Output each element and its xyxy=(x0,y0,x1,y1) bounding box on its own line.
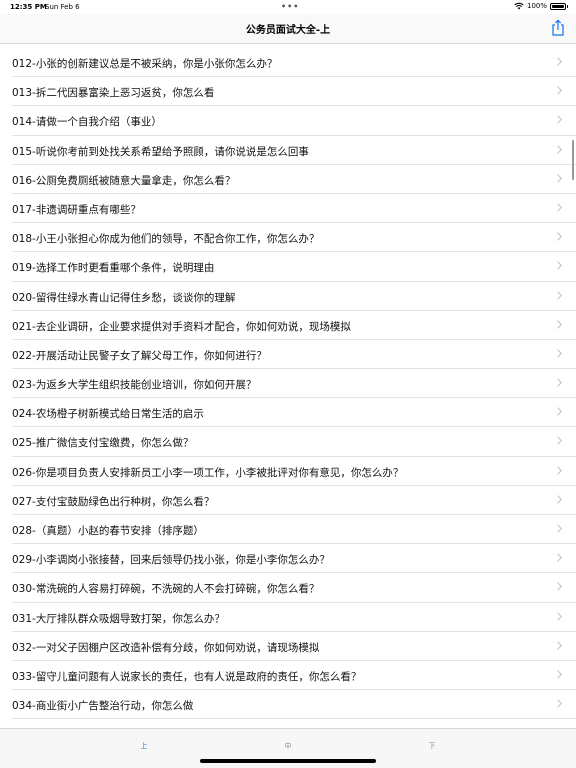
list-item-label: 023-为返乡大学生组织技能创业培训，你如何开展？ xyxy=(12,379,257,392)
list-item[interactable]: 025-推广微信支付宝缴费，你怎么做？ xyxy=(12,427,576,457)
list-item[interactable]: 016-公厕免费厕纸被随意大量拿走，你怎么看？ xyxy=(12,165,576,194)
list-item[interactable]: 026-你是项目负责人安排新员工小李一项工作，小李被批评对你有意见，你怎么办？ xyxy=(12,457,576,486)
chevron-right-icon xyxy=(557,173,562,183)
list-item[interactable]: 014-请做一个自我介绍（事业） xyxy=(12,106,576,136)
list-item[interactable]: 021-去企业调研，企业要求提供对手资料才配合，你如何劝说，现场模拟 xyxy=(12,311,576,340)
list-item-label: 013-拆二代因暴富染上恶习返贫，你怎么看 xyxy=(12,87,215,100)
list-item-label: 033-留守儿童问题有人说家长的责任，也有人说是政府的责任，你怎么看？ xyxy=(12,670,362,683)
battery-icon xyxy=(550,2,568,10)
list-item-label: 025-推广微信支付宝缴费，你怎么做？ xyxy=(12,437,194,450)
list-item-label: 014-请做一个自我介绍（事业） xyxy=(12,116,162,129)
chevron-right-icon xyxy=(557,144,562,154)
list-item[interactable]: 019-选择工作时更看重哪个条件，说明理由 xyxy=(12,252,576,282)
chevron-right-icon xyxy=(557,436,562,446)
list-item-label: 024-农场橙子树新模式给日常生活的启示 xyxy=(12,408,204,421)
list-item[interactable]: 032-一对父子因棚户区改造补偿有分歧，你如何劝说，请现场模拟 xyxy=(12,632,576,661)
list-item-label: 034-商业街小广告整治行动，你怎么做 xyxy=(12,700,194,713)
chevron-right-icon xyxy=(557,553,562,562)
list-item-label: 032-一对父子因棚户区改造补偿有分歧，你如何劝说，请现场模拟 xyxy=(12,641,320,654)
list-item[interactable]: 033-留守儿童问题有人说家长的责任，也有人说是政府的责任，你怎么看？ xyxy=(12,661,576,691)
list-item[interactable]: 018-小王小张担心你成为他们的领导，不配合你工作，你怎么办？ xyxy=(12,223,576,253)
list-item[interactable]: 034-商业街小广告整治行动，你怎么做 xyxy=(12,690,576,720)
list-item-label: 018-小王小张担心你成为他们的领导，不配合你工作，你怎么办？ xyxy=(12,233,320,246)
list-item-label: 022-开展活动让民警子女了解父母工作，你如何进行？ xyxy=(12,349,267,362)
chevron-right-icon xyxy=(557,670,562,679)
chevron-right-icon xyxy=(557,524,562,533)
question-list[interactable]: 012-小张的创新建议总是不被采纳，你是小张你怎么办？ 013-拆二代因暴富染上恶… xyxy=(0,48,576,728)
chevron-right-icon xyxy=(557,349,562,358)
list-item-label: 026-你是项目负责人安排新员工小李一项工作，小李被批评对你有意见，你怎么办？ xyxy=(12,466,404,479)
list-item-label: 030-常洗碗的人容易打碎碗，不洗碗的人不会打碎碗，你怎么看？ xyxy=(12,583,320,596)
list-item-label: 020-留得住绿水青山记得住乡愁，谈谈你的理解 xyxy=(12,291,236,304)
list-item[interactable]: 024-农场橙子树新模式给日常生活的启示 xyxy=(12,398,576,428)
list-item[interactable]: 023-为返乡大学生组织技能创业培训，你如何开展？ xyxy=(12,369,576,399)
list-item[interactable]: 013-拆二代因暴富染上恶习返贫，你怎么看 xyxy=(12,77,576,107)
list-item[interactable]: 035-为了公平，有人建议在考试中实行匿名评卷，你怎么看？ xyxy=(12,719,576,728)
list-item[interactable]: 028-（真题）小赵的春节安排（排序题） xyxy=(12,515,576,545)
scroll-indicator[interactable] xyxy=(571,140,574,180)
app-screen: 12:35 PM Sun Feb 6 ••• 100% 公务员面试大全-上 01… xyxy=(0,0,576,768)
wifi-icon xyxy=(514,2,524,10)
list-item[interactable]: 031-大厅排队群众吸烟导致打架，你怎么办？ xyxy=(12,603,576,632)
list-item-label: 031-大厅排队群众吸烟导致打架，你怎么办？ xyxy=(12,612,225,625)
chevron-right-icon xyxy=(557,290,562,300)
tab-0[interactable]: 上 xyxy=(124,741,164,751)
list-item[interactable]: 027-支付宝鼓励绿色出行种树，你怎么看？ xyxy=(12,486,576,515)
list-item[interactable]: 017-非遗调研重点有哪些？ xyxy=(12,194,576,224)
chevron-right-icon xyxy=(557,611,562,621)
status-date: Sun Feb 6 xyxy=(45,3,80,11)
chevron-right-icon xyxy=(557,465,562,475)
chevron-right-icon xyxy=(557,232,562,241)
list-item[interactable]: 022-开展活动让民警子女了解父母工作，你如何进行？ xyxy=(12,340,576,370)
share-icon[interactable] xyxy=(550,19,566,37)
list-item-label: 017-非遗调研重点有哪些？ xyxy=(12,203,141,216)
chevron-right-icon xyxy=(557,261,562,271)
list-item-label: 029-小李调岗小张接替，回来后领导仍找小张，你是小李你怎么办？ xyxy=(12,554,330,567)
navigation-bar: 公务员面试大全-上 xyxy=(0,14,576,44)
battery-fill xyxy=(552,4,564,8)
chevron-right-icon xyxy=(557,319,562,329)
list-item[interactable]: 029-小李调岗小张接替，回来后领导仍找小张，你是小李你怎么办？ xyxy=(12,544,576,574)
list-item-label: 019-选择工作时更看重哪个条件，说明理由 xyxy=(12,262,215,275)
battery-percent: 100% xyxy=(526,2,547,10)
list-item-label: 027-支付宝鼓励绿色出行种树，你怎么看？ xyxy=(12,495,215,508)
chevron-right-icon xyxy=(557,407,562,417)
list-item-label: 021-去企业调研，企业要求提供对手资料才配合，你如何劝说，现场模拟 xyxy=(12,320,351,333)
chevron-right-icon xyxy=(557,495,562,504)
chevron-right-icon xyxy=(557,57,562,66)
list-item-label: 012-小张的创新建议总是不被采纳，你是小张你怎么办？ xyxy=(12,58,278,70)
chevron-right-icon xyxy=(557,699,562,708)
list-item[interactable]: 020-留得住绿水青山记得住乡愁，谈谈你的理解 xyxy=(12,282,576,311)
list-item-label: 028-（真题）小赵的春节安排（排序题） xyxy=(12,525,204,537)
chevron-right-icon xyxy=(557,115,562,125)
list-item[interactable]: 030-常洗碗的人容易打碎碗，不洗碗的人不会打碎碗，你怎么看？ xyxy=(12,573,576,603)
list-item-label: 016-公厕免费厕纸被随意大量拿走，你怎么看？ xyxy=(12,174,236,187)
list-item[interactable]: 012-小张的创新建议总是不被采纳，你是小张你怎么办？ xyxy=(12,48,576,78)
list-item-label: 015-听说你考前到处找关系希望给予照顾，请你说说是怎么回事 xyxy=(12,145,309,158)
chevron-right-icon xyxy=(557,378,562,387)
tab-1[interactable]: 中 xyxy=(268,741,308,751)
status-bar: 12:35 PM Sun Feb 6 ••• 100% xyxy=(0,0,576,14)
status-time: 12:35 PM xyxy=(10,3,47,11)
list-item[interactable]: 015-听说你考前到处找关系希望给予照顾，请你说说是怎么回事 xyxy=(12,136,576,165)
status-right: 100% xyxy=(514,2,568,10)
page-title: 公务员面试大全-上 xyxy=(245,25,331,36)
chevron-right-icon xyxy=(557,86,562,95)
chevron-right-icon xyxy=(557,640,562,650)
chevron-right-icon xyxy=(557,582,562,592)
chevron-right-icon xyxy=(557,203,562,212)
tab-2[interactable]: 下 xyxy=(412,741,452,751)
home-indicator[interactable] xyxy=(200,759,376,763)
multitasking-dots-icon[interactable]: ••• xyxy=(281,2,299,11)
